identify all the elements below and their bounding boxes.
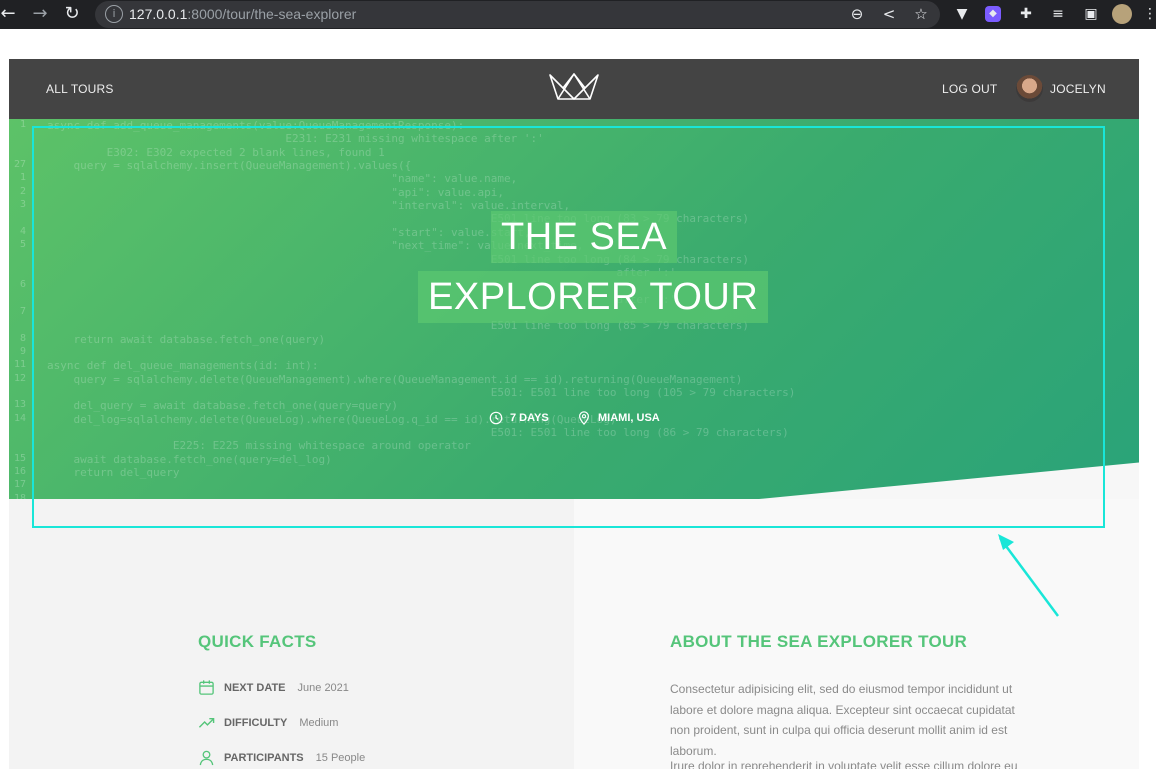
zoom-icon[interactable]: ⊖	[847, 4, 867, 24]
annotation-arrow-icon	[998, 534, 1060, 617]
code-line-number: 16	[13, 466, 26, 478]
url-host: 127.0.0.1	[129, 6, 188, 22]
about-paragraph-2: Irure dolor in reprehenderit in voluptat…	[670, 759, 1018, 769]
trending-up-icon	[198, 718, 215, 728]
site-info-icon[interactable]: i	[105, 5, 123, 23]
share-icon[interactable]: <	[879, 4, 899, 24]
about-heading: ABOUT THE SEA EXPLORER TOUR	[670, 632, 968, 651]
browser-toolbar: ← → ↻ i 127.0.0.1:8000/tour/the-sea-expl…	[0, 0, 1156, 29]
bookmark-star-icon[interactable]: ☆	[911, 4, 931, 24]
fact-value: 15 People	[315, 751, 366, 764]
address-bar[interactable]: i 127.0.0.1:8000/tour/the-sea-explorer ⊖…	[95, 1, 940, 28]
menu-kebab-icon[interactable]: ⋮	[1140, 4, 1156, 24]
user-avatar[interactable]	[1016, 75, 1043, 102]
code-line-number: 4	[19, 225, 26, 237]
site-header: ALL TOURS LOG OUT JOCELYN	[9, 59, 1139, 119]
code-line-number: 5	[19, 239, 26, 251]
code-line-number: 17	[13, 479, 26, 491]
code-line-number: 1	[19, 119, 26, 130]
back-icon[interactable]: ←	[0, 2, 18, 26]
extensions-puzzle-icon[interactable]: ✚	[1016, 4, 1036, 24]
code-line-number: 27	[13, 159, 26, 171]
code-line-number: 2	[19, 185, 26, 197]
code-line-number: 7	[19, 305, 26, 317]
profile-avatar-icon[interactable]	[1112, 4, 1132, 24]
all-tours-link[interactable]: ALL TOURS	[46, 82, 114, 96]
fact-label: DIFFICULTY	[224, 716, 288, 729]
user-icon	[199, 750, 214, 766]
extension-vue-icon[interactable]: ▼	[952, 4, 972, 24]
log-out-link[interactable]: LOG OUT	[942, 82, 997, 96]
forward-icon[interactable]: →	[30, 2, 50, 26]
fact-value: June 2021	[297, 681, 349, 694]
extension-purple-icon[interactable]: ◆	[985, 6, 1001, 22]
url-text[interactable]: 127.0.0.1:8000/tour/the-sea-explorer	[129, 6, 356, 23]
user-name-link[interactable]: JOCELYN	[1050, 82, 1106, 96]
side-panel-icon[interactable]: ▣	[1081, 4, 1101, 24]
reload-icon[interactable]: ↻	[62, 2, 82, 26]
media-queue-icon[interactable]: ≡	[1048, 4, 1068, 24]
fact-next-date: NEXT DATE June 2021	[198, 679, 349, 696]
quick-facts-heading: QUICK FACTS	[198, 632, 317, 651]
code-line-number: 11	[13, 359, 26, 371]
code-line-number: 12	[13, 372, 26, 384]
fact-label: PARTICIPANTS	[224, 751, 304, 764]
code-line-number: 1	[19, 172, 26, 184]
calendar-icon	[199, 680, 214, 695]
about-paragraph-1: Consectetur adipisicing elit, sed do eiu…	[670, 682, 1015, 758]
code-line-number: 3	[19, 199, 26, 211]
url-path: :8000/tour/the-sea-explorer	[187, 6, 357, 22]
code-line-number: 14	[13, 412, 26, 424]
fact-value: Medium	[299, 716, 339, 729]
code-line-number: 8	[19, 332, 26, 344]
logo-icon[interactable]	[547, 71, 601, 101]
code-line-number: 6	[19, 279, 26, 291]
fact-participants: PARTICIPANTS 15 People	[198, 749, 365, 766]
code-line-number: 9	[19, 345, 26, 357]
annotation-selection-box	[32, 126, 1105, 528]
code-line-number: 13	[13, 399, 26, 411]
code-line-number: 15	[13, 452, 26, 464]
fact-label: NEXT DATE	[224, 681, 286, 694]
fact-difficulty: DIFFICULTY Medium	[198, 714, 338, 731]
